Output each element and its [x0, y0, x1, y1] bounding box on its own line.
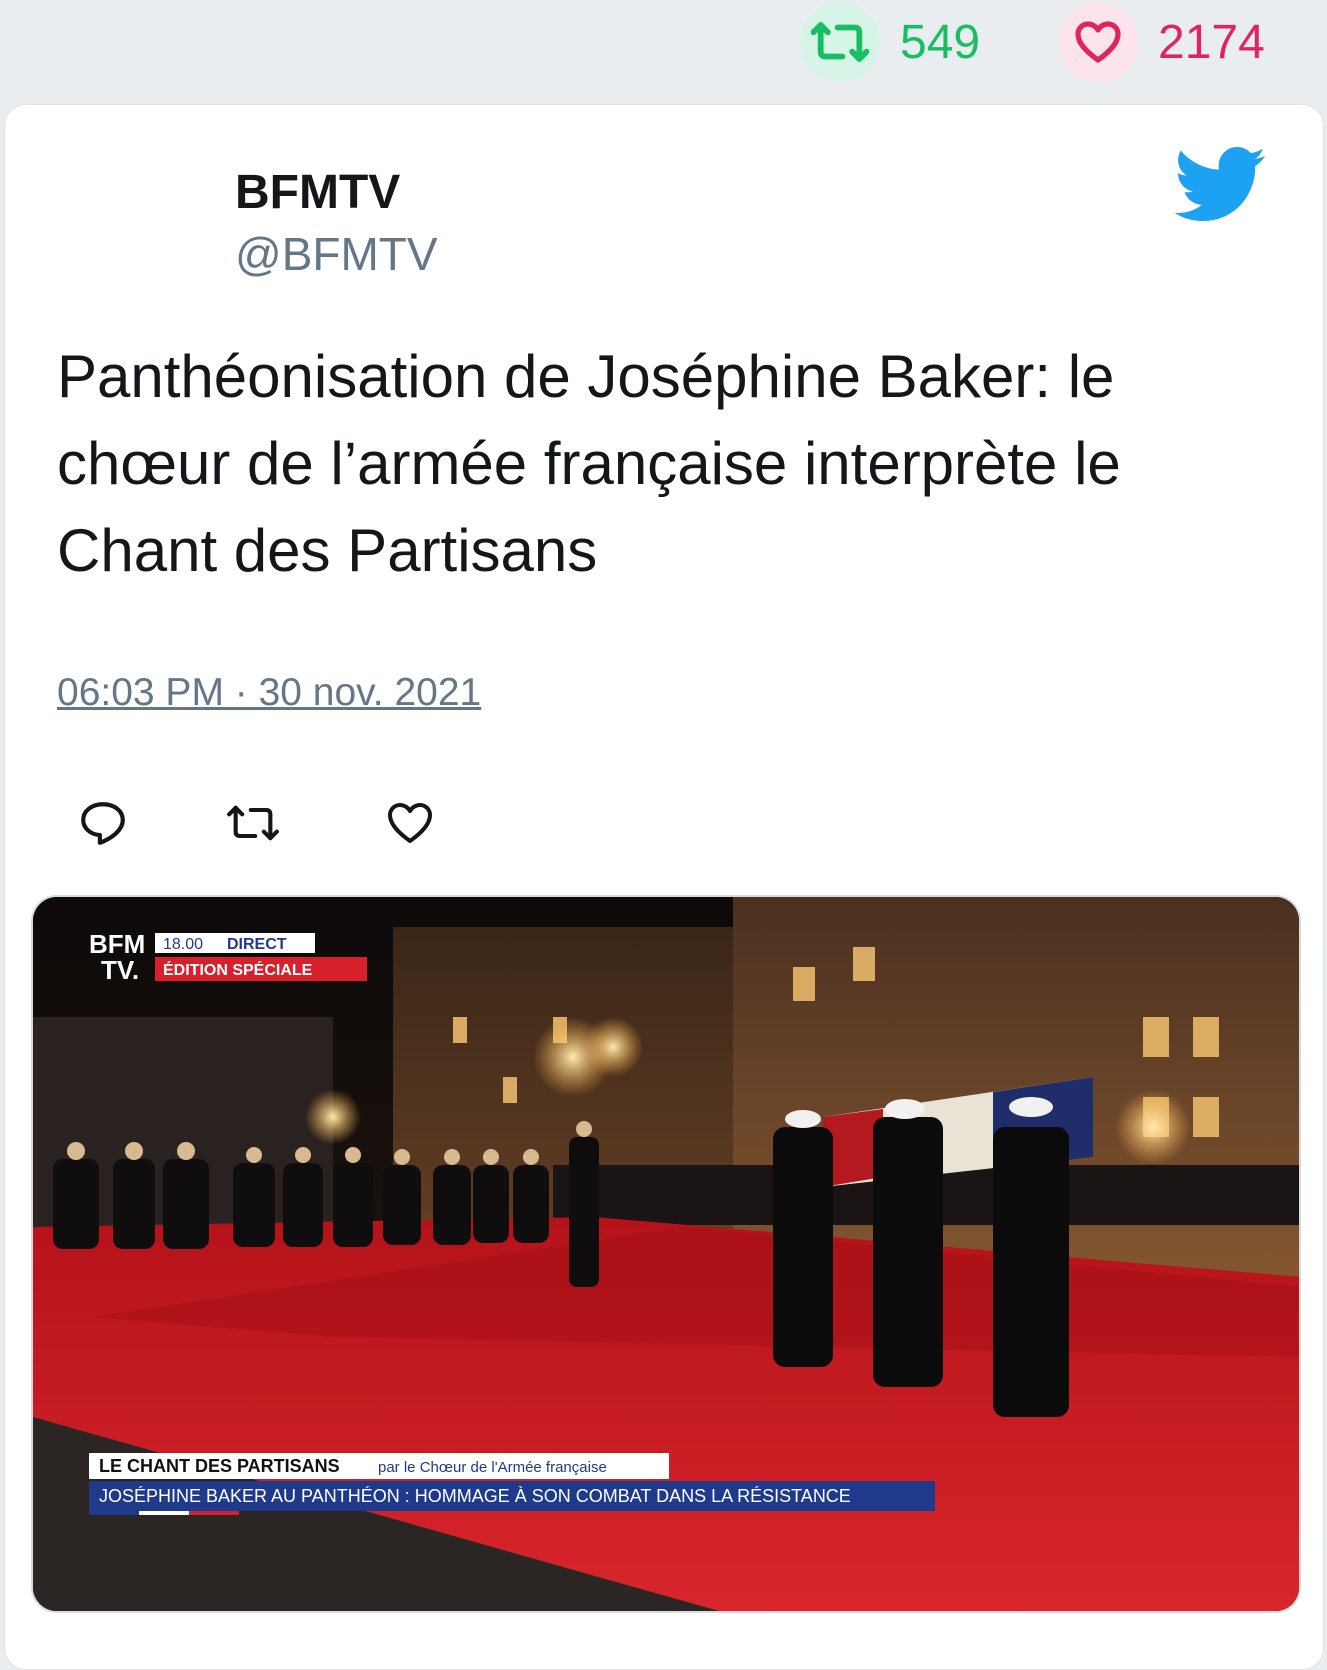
retweet-count: 549	[900, 15, 981, 69]
broadcast-time: 18.00	[163, 936, 203, 953]
tweet-actions	[57, 785, 657, 865]
video-frame: BFM TV. 18.00 DIRECT ÉDITION SPÉCIALE LE…	[33, 897, 1299, 1611]
tweet-video[interactable]: BFM TV. 18.00 DIRECT ÉDITION SPÉCIALE LE…	[31, 895, 1301, 1613]
retweet-action-icon[interactable]	[225, 795, 281, 851]
caption-title: LE CHANT DES PARTISANS	[99, 1456, 340, 1476]
like-action-icon[interactable]	[382, 795, 438, 851]
like-stat[interactable]: 2174	[1058, 2, 1265, 82]
author-name[interactable]: BFMTV	[235, 165, 400, 220]
author-handle[interactable]: @BFMTV	[235, 227, 438, 281]
logo-line2: TV.	[101, 955, 139, 985]
tweet-card: BFMTV @BFMTV Panthéonisation de Joséphin…	[4, 104, 1324, 1670]
edition-badge: ÉDITION SPÉCIALE	[163, 960, 313, 979]
caption-headline: JOSÉPHINE BAKER AU PANTHÉON : HOMMAGE À …	[99, 1486, 851, 1506]
heart-icon[interactable]	[1058, 2, 1138, 82]
reply-icon[interactable]	[75, 795, 131, 851]
retweet-icon[interactable]	[800, 2, 880, 82]
caption-subtitle: par le Chœur de l'Armée française	[378, 1459, 607, 1476]
retweet-stat[interactable]: 549	[800, 2, 980, 82]
live-badge: DIRECT	[227, 936, 287, 953]
twitter-bird-icon[interactable]	[1174, 145, 1267, 225]
tweet-timestamp[interactable]: 06:03 PM · 30 nov. 2021	[57, 671, 481, 715]
engagement-stats: 549 2174	[0, 0, 1327, 104]
tweet-text: Panthéonisation de Joséphine Baker: le c…	[57, 343, 1121, 584]
like-count: 2174	[1158, 15, 1265, 69]
